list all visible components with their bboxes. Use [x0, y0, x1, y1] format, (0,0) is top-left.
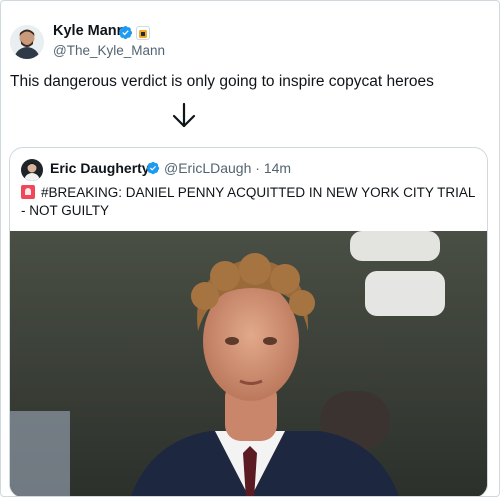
- quoted-tweet[interactable]: Eric Daugherty @EricLDaugh · 14m #BREAKI…: [9, 147, 488, 496]
- verified-badge-icon: [146, 161, 160, 175]
- quoted-media-image[interactable]: [10, 231, 487, 496]
- arrow-down-icon: [172, 102, 196, 128]
- police-light-icon: [21, 185, 35, 199]
- verified-badge-icon: [118, 25, 133, 40]
- quoted-text-content: #BREAKING: DANIEL PENNY ACQUITTED IN NEW…: [21, 185, 475, 218]
- author-name[interactable]: Kyle Mann: [53, 23, 126, 39]
- quoted-author-name[interactable]: Eric Daugherty: [50, 160, 150, 176]
- quoted-tweet-text: #BREAKING: DANIEL PENNY ACQUITTED IN NEW…: [21, 184, 476, 220]
- tweet-text: This dangerous verdict is only going to …: [10, 73, 434, 90]
- quoted-author-handle[interactable]: @EricLDaugh: [164, 160, 251, 176]
- quoted-timestamp[interactable]: 14m: [264, 160, 291, 176]
- news-photo-icon: [10, 231, 487, 496]
- affiliate-badge-icon: [136, 26, 150, 40]
- quoted-avatar-photo-icon: [21, 159, 43, 181]
- tweet-card: Kyle Mann @The_Kyle_Mann This dangerous …: [0, 0, 500, 497]
- avatar-photo-icon: [10, 25, 44, 59]
- author-handle[interactable]: @The_Kyle_Mann: [53, 43, 165, 58]
- quoted-avatar[interactable]: [21, 159, 43, 181]
- avatar[interactable]: [10, 25, 44, 59]
- quoted-meta[interactable]: @EricLDaugh · 14m: [164, 160, 291, 176]
- meta-separator: ·: [255, 160, 260, 176]
